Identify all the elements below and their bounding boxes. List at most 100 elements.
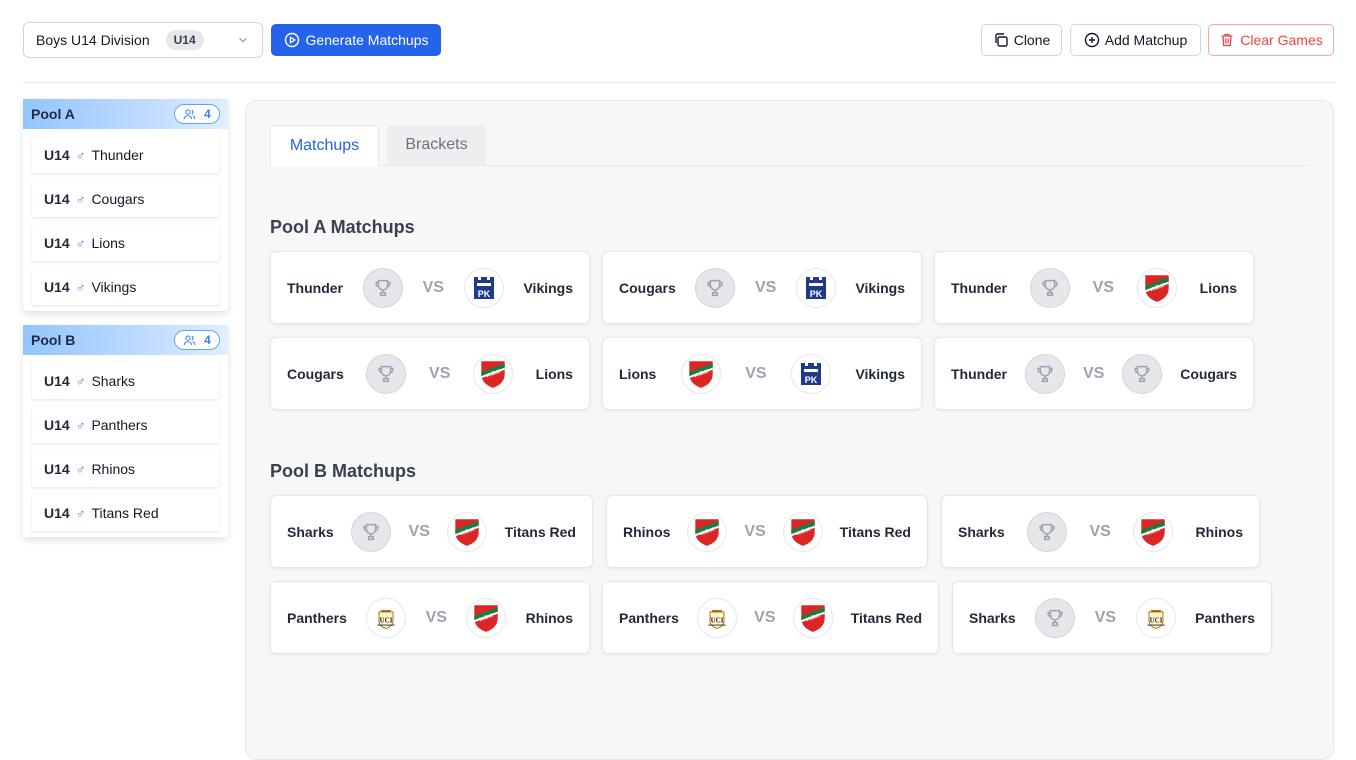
trophy-icon	[1035, 597, 1076, 638]
home-team-name: Sharks	[287, 523, 334, 540]
matchup-card[interactable]: Thunder VS PK Vikings	[270, 251, 590, 324]
division-badge: U14	[165, 30, 204, 50]
pool-team-item[interactable]: U14 ♂ Panthers	[32, 407, 219, 443]
home-team-name: Cougars	[619, 279, 676, 296]
home-team-name: Panthers	[287, 609, 347, 626]
svg-text:PK: PK	[477, 289, 490, 299]
away-team-name: Lions	[1199, 279, 1237, 296]
team-name: Titans Red	[91, 505, 159, 521]
ksk-shield-logo-icon: K.S.K	[793, 597, 834, 638]
vikings-logo-icon: PK	[795, 267, 836, 308]
away-team-name: Titans Red	[839, 523, 911, 540]
trophy-icon	[351, 511, 392, 552]
male-icon: ♂	[75, 461, 86, 477]
pool-team-item[interactable]: U14 ♂ Rhinos	[32, 451, 219, 487]
trash-icon	[1221, 33, 1233, 47]
section-title: Pool A Matchups	[270, 217, 415, 237]
pool-team-item[interactable]: U14 ♂ Lions	[32, 225, 219, 261]
pool-team-item[interactable]: U14 ♂ Cougars	[32, 181, 219, 217]
home-team-name: Sharks	[958, 523, 1005, 540]
svg-text:UCI: UCI	[710, 616, 723, 624]
ksk-shield-logo-icon: K.S.K	[1133, 511, 1174, 552]
clear-games-button[interactable]: Clear Games	[1208, 24, 1334, 56]
matchup-card[interactable]: Rhinos K.S.K VS K.S.K Titans Red	[606, 495, 928, 568]
away-team-name: Panthers	[1195, 609, 1256, 626]
matchup-card[interactable]: Cougars VS K.S.K Lions	[270, 337, 590, 410]
matchup-card[interactable]: Sharks VS K.S.K Rhinos	[941, 495, 1260, 568]
matchup-card[interactable]: Sharks VS K.S.K Titans Red	[270, 495, 593, 568]
section-title: Pool B Matchups	[270, 461, 417, 481]
team-name: Panthers	[91, 417, 148, 433]
vs-label: VS	[425, 608, 447, 626]
away-team-name: Rhinos	[525, 609, 574, 626]
team-age-group: U14	[44, 461, 70, 477]
vs-label: VS	[1082, 364, 1105, 382]
male-icon: ♂	[75, 147, 86, 163]
svg-text:PK: PK	[805, 375, 818, 385]
toolbar: Boys U14 Division U14 Generate Matchups …	[23, 22, 1334, 60]
trophy-icon	[1024, 353, 1065, 394]
division-label: Boys U14 Division	[36, 32, 150, 48]
pool-team-item[interactable]: U14 ♂ Thunder	[32, 137, 219, 173]
vs-label: VS	[1094, 608, 1117, 626]
pool-team-item[interactable]: U14 ♂ Titans Red	[32, 495, 219, 531]
matchup-card[interactable]: Thunder VS K.S.K Lions	[934, 251, 1254, 324]
matchup-card[interactable]: Sharks VS UCI Panthers	[952, 581, 1272, 654]
add-matchup-button[interactable]: Add Matchup	[1070, 24, 1201, 56]
male-icon: ♂	[75, 235, 86, 251]
team-age-group: U14	[44, 373, 70, 389]
vs-label: VS	[1092, 278, 1114, 296]
trophy-icon	[1029, 267, 1070, 308]
home-team-name: Panthers	[619, 609, 679, 626]
team-age-group: U14	[44, 505, 70, 521]
matchup-card[interactable]: Thunder VS Cougars	[934, 337, 1254, 410]
svg-text:UCI: UCI	[380, 616, 393, 624]
division-select[interactable]: Boys U14 Division U14	[23, 22, 263, 58]
pool-count-value: 4	[204, 107, 211, 121]
matchups-panel: Matchups Brackets Pool A Matchups Thunder…	[245, 100, 1334, 760]
pool-team-count: 4	[174, 104, 220, 124]
generate-matchups-button[interactable]: Generate Matchups	[271, 24, 441, 56]
pool-team-item[interactable]: U14 ♂ Vikings	[32, 269, 219, 305]
pool-team-item[interactable]: U14 ♂ Sharks	[32, 363, 219, 399]
trophy-icon	[362, 267, 403, 308]
trophy-icon	[1122, 353, 1163, 394]
away-team-name: Titans Red	[504, 523, 576, 540]
trophy-icon	[695, 267, 736, 308]
svg-text:PK: PK	[810, 289, 823, 299]
tab-matchups[interactable]: Matchups	[270, 125, 379, 166]
matchup-card[interactable]: Panthers UCI VS K.S.K Rhinos	[270, 581, 590, 654]
clone-button[interactable]: Clone	[981, 24, 1062, 56]
play-circle-icon	[284, 32, 299, 48]
pool-card: Pool B 4 U14 ♂ Sharks U14 ♂ Panthers U14 ♂ Rhinos U…	[23, 325, 228, 537]
home-team-name: Thunder	[287, 279, 343, 296]
team-name: Cougars	[91, 191, 145, 207]
vs-label: VS	[744, 522, 766, 540]
vikings-logo-icon: PK	[791, 353, 831, 394]
matchup-card[interactable]: Cougars VS PK Vikings	[602, 251, 922, 324]
ksk-shield-logo-icon: K.S.K	[687, 511, 728, 552]
team-name: Vikings	[91, 279, 137, 295]
vs-label: VS	[408, 522, 430, 540]
away-team-name: Titans Red	[850, 609, 923, 626]
crest-logo-icon: UCI	[696, 597, 737, 638]
matchup-card[interactable]: Lions K.S.K VS PK Vikings	[602, 337, 922, 410]
users-icon	[183, 108, 196, 119]
away-team-name: Vikings	[855, 365, 905, 382]
male-icon: ♂	[75, 279, 86, 295]
clone-label: Clone	[1013, 32, 1051, 48]
away-team-name: Vikings	[523, 279, 574, 296]
matchup-card[interactable]: Panthers UCI VS K.S.K Titans Red	[602, 581, 939, 654]
away-team-name: Cougars	[1180, 365, 1238, 382]
ksk-shield-logo-icon: K.S.K	[473, 353, 514, 394]
vs-label: VS	[745, 364, 767, 382]
male-icon: ♂	[75, 373, 86, 389]
tab-brackets[interactable]: Brackets	[387, 125, 486, 165]
ksk-shield-logo-icon: K.S.K	[1136, 267, 1177, 308]
home-team-name: Sharks	[969, 609, 1016, 626]
home-team-name: Thunder	[951, 279, 1007, 296]
home-team-name: Thunder	[951, 365, 1007, 382]
team-name: Rhinos	[91, 461, 136, 477]
plus-circle-icon	[1084, 32, 1099, 48]
home-team-name: Lions	[619, 365, 657, 382]
